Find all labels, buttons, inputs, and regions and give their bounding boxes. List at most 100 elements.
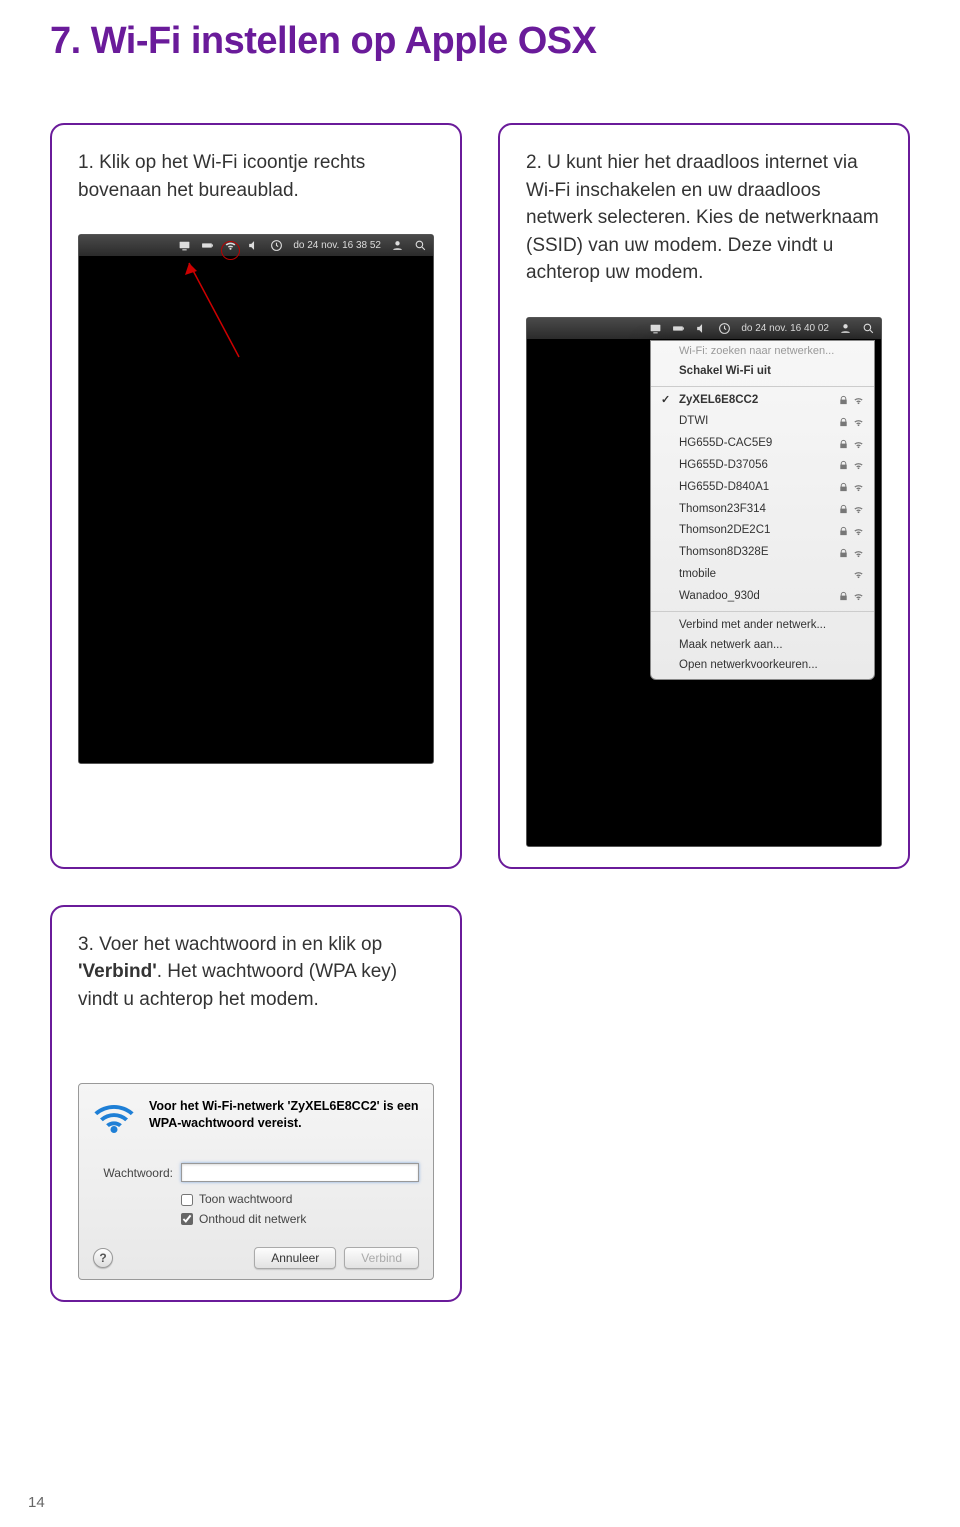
step3-number: 3. <box>78 934 94 955</box>
network-icons <box>838 482 864 493</box>
lock-icon <box>838 417 849 428</box>
connect-other-network[interactable]: Verbind met ander netwerk... <box>651 615 874 635</box>
wifi-status-header: Wi-Fi: zoeken naar netwerken... <box>651 341 874 361</box>
network-icons <box>838 504 864 515</box>
password-field[interactable] <box>181 1163 419 1182</box>
display-icon <box>649 322 662 335</box>
network-icons <box>838 417 864 428</box>
menubar-2: do 24 nov. 16 40 02 <box>527 318 881 340</box>
page-number: 14 <box>28 1494 45 1511</box>
network-name: HG655D-CAC5E9 <box>679 437 772 451</box>
lock-icon <box>838 395 849 406</box>
remember-network-label: Onthoud dit netwerk <box>199 1210 306 1229</box>
network-icons <box>838 395 864 406</box>
battery-icon <box>672 322 685 335</box>
step2-screenshot: do 24 nov. 16 40 02 Wi-Fi: zoeken naar n… <box>526 317 882 847</box>
remember-network-row: Onthoud dit netwerk <box>93 1210 419 1229</box>
network-name: Thomson2DE2C1 <box>679 524 770 538</box>
step2-number: 2. <box>526 152 542 173</box>
network-icons <box>838 460 864 471</box>
wifi-signal-icon <box>853 548 864 559</box>
spotlight-icon <box>414 239 427 252</box>
wifi-dropdown: Wi-Fi: zoeken naar netwerken... Schakel … <box>650 340 875 680</box>
wifi-signal-icon <box>853 504 864 515</box>
show-password-checkbox[interactable] <box>181 1194 193 1206</box>
network-name: Thomson23F314 <box>679 503 766 517</box>
wifi-signal-icon <box>853 526 864 537</box>
menubar-datetime: do 24 nov. 16 38 52 <box>293 240 381 251</box>
dialog-headline: Voor het Wi-Fi-netwerk 'ZyXEL6E8CC2' is … <box>149 1098 419 1132</box>
connect-button[interactable]: Verbind <box>344 1247 419 1269</box>
menubar-datetime: do 24 nov. 16 40 02 <box>741 323 829 334</box>
password-label: Wachtwoord: <box>93 1166 173 1180</box>
open-network-prefs[interactable]: Open netwerkvoorkeuren... <box>651 655 874 675</box>
lock-icon <box>838 439 849 450</box>
step1-text: 1. Klik op het Wi-Fi icoontje rechts bov… <box>78 149 434 204</box>
volume-icon <box>695 322 708 335</box>
network-item[interactable]: HG655D-D37056 <box>651 455 874 477</box>
remember-network-checkbox[interactable] <box>181 1213 193 1225</box>
network-item[interactable]: HG655D-CAC5E9 <box>651 433 874 455</box>
wifi-password-dialog: Voor het Wi-Fi-netwerk 'ZyXEL6E8CC2' is … <box>78 1083 434 1279</box>
network-icons <box>838 526 864 537</box>
display-icon <box>178 239 191 252</box>
network-item[interactable]: DTWI <box>651 411 874 433</box>
desktop-background <box>79 257 433 763</box>
network-icons <box>838 548 864 559</box>
wifi-large-icon <box>93 1098 135 1143</box>
lock-icon <box>838 591 849 602</box>
show-password-row: Toon wachtwoord <box>93 1190 419 1209</box>
volume-icon <box>247 239 260 252</box>
network-item[interactable]: Wanadoo_930d <box>651 586 874 608</box>
step2-text: 2. U kunt hier het draadloos internet vi… <box>526 149 882 287</box>
lock-icon <box>838 526 849 537</box>
wifi-toggle[interactable]: Schakel Wi-Fi uit <box>651 361 874 383</box>
cancel-button[interactable]: Annuleer <box>254 1247 336 1269</box>
step1-block: 1. Klik op het Wi-Fi icoontje rechts bov… <box>50 123 462 869</box>
step3-block: 3. Voer het wachtwoord in en klik op 'Ve… <box>50 905 462 1302</box>
step1-screenshot: do 24 nov. 16 38 52 <box>78 234 434 764</box>
user-icon <box>391 239 404 252</box>
network-item[interactable]: Thomson23F314 <box>651 499 874 521</box>
wifi-signal-icon <box>853 439 864 450</box>
network-icons <box>853 569 864 580</box>
network-name: ZyXEL6E8CC2 <box>679 394 758 408</box>
network-item[interactable]: HG655D-D840A1 <box>651 477 874 499</box>
lock-icon <box>838 460 849 471</box>
show-password-label: Toon wachtwoord <box>199 1190 292 1209</box>
wifi-icon-highlight <box>224 239 237 252</box>
spotlight-icon <box>862 322 875 335</box>
time-machine-icon <box>270 239 283 252</box>
password-row: Wachtwoord: <box>93 1163 419 1182</box>
network-item[interactable]: tmobile <box>651 564 874 586</box>
dialog-header: Voor het Wi-Fi-netwerk 'ZyXEL6E8CC2' is … <box>93 1098 419 1143</box>
network-name: Thomson8D328E <box>679 546 769 560</box>
network-name: DTWI <box>679 415 708 429</box>
network-name: HG655D-D37056 <box>679 459 768 473</box>
network-icons <box>838 439 864 450</box>
lock-icon <box>838 548 849 559</box>
step1-body: Klik op het Wi-Fi icoontje rechts bovena… <box>78 152 365 201</box>
separator <box>651 386 874 387</box>
desktop-background-2: Wi-Fi: zoeken naar netwerken... Schakel … <box>527 340 881 846</box>
network-item[interactable]: Thomson8D328E <box>651 542 874 564</box>
separator <box>651 611 874 612</box>
lock-icon <box>838 504 849 515</box>
wifi-signal-icon <box>853 591 864 602</box>
network-item[interactable]: ZyXEL6E8CC2 <box>651 390 874 412</box>
dialog-footer: ? Annuleer Verbind <box>93 1247 419 1269</box>
battery-icon <box>201 239 214 252</box>
network-item[interactable]: Thomson2DE2C1 <box>651 520 874 542</box>
wifi-signal-icon <box>853 460 864 471</box>
wifi-signal-icon <box>853 482 864 493</box>
step3-body-before: Voer het wachtwoord in en klik op <box>94 934 382 955</box>
step3-text: 3. Voer het wachtwoord in en klik op 'Ve… <box>78 931 434 1014</box>
network-name: Wanadoo_930d <box>679 590 760 604</box>
step2-body: U kunt hier het draadloos internet via W… <box>526 152 879 283</box>
help-button[interactable]: ? <box>93 1248 113 1268</box>
create-network[interactable]: Maak netwerk aan... <box>651 635 874 655</box>
user-icon <box>839 322 852 335</box>
network-name: tmobile <box>679 568 716 582</box>
step2-block: 2. U kunt hier het draadloos internet vi… <box>498 123 910 869</box>
wifi-signal-icon <box>853 395 864 406</box>
